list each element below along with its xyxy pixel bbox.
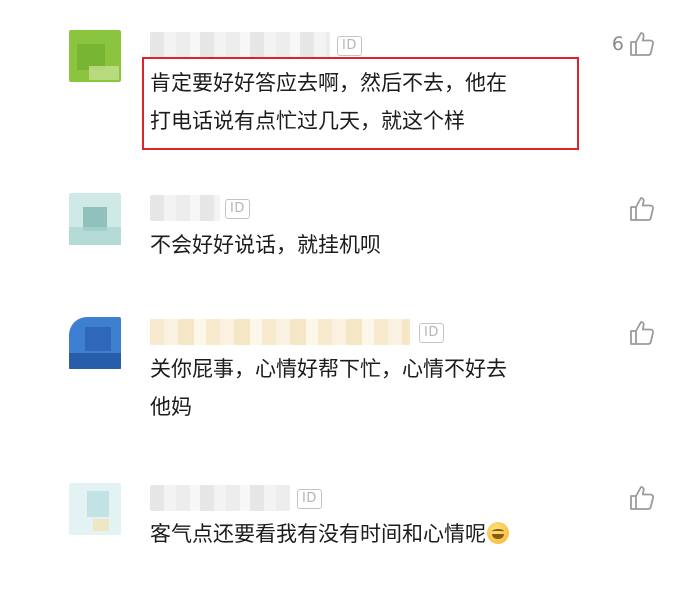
thumbs-up-icon [630,32,654,56]
comment-text-line: 肯定要好好答应去啊，然后不去，他在 [150,71,507,95]
like-button[interactable]: 6 [612,30,656,58]
like-count: 6 [611,33,624,55]
avatar-blur-detail [85,327,111,351]
avatar-blur-detail [93,519,109,531]
avatar-blur-detail [87,491,109,517]
username-blurred[interactable] [150,32,330,58]
avatar-blur-detail [89,66,119,80]
grinning-face-emoji-icon [487,522,509,544]
thumbs-up-icon [630,321,654,345]
comment-text-line: 他妈 [150,395,192,419]
comment-text-content: 客气点还要看我有没有时间和心情呢 [150,522,486,546]
comment-text-line: 打电话说有点忙过几天，就这个样 [150,109,465,133]
like-button[interactable] [624,484,656,512]
comment-text: 关你屁事，心情好帮下忙，心情不好去 他妈 [150,350,507,426]
avatar-blur-detail [69,353,121,369]
comment-text-line: 关你屁事，心情好帮下忙，心情不好去 [150,357,507,381]
avatar[interactable] [69,317,121,369]
username-blurred[interactable] [150,319,410,345]
like-button[interactable] [624,319,656,347]
username-blurred[interactable] [150,195,220,221]
avatar[interactable] [69,30,121,82]
comment-text: 客气点还要看我有没有时间和心情呢 [150,515,509,553]
like-button[interactable] [624,195,656,223]
avatar[interactable] [69,483,121,535]
thumbs-up-icon [630,486,654,510]
id-badge: ID [337,36,362,56]
thumbs-up-icon [630,197,654,221]
avatar-blur-detail [69,227,121,245]
id-badge: ID [225,199,250,219]
comment-text: 不会好好说话，就挂机呗 [150,226,381,264]
comment-text-line: 客气点还要看我有没有时间和心情呢 [150,515,509,553]
avatar[interactable] [69,193,121,245]
id-badge: ID [419,323,444,343]
id-badge: ID [297,489,322,509]
username-blurred[interactable] [150,485,290,511]
comment-text-line: 不会好好说话，就挂机呗 [150,233,381,257]
comment-text: 肯定要好好答应去啊，然后不去，他在 打电话说有点忙过几天，就这个样 [150,64,507,140]
